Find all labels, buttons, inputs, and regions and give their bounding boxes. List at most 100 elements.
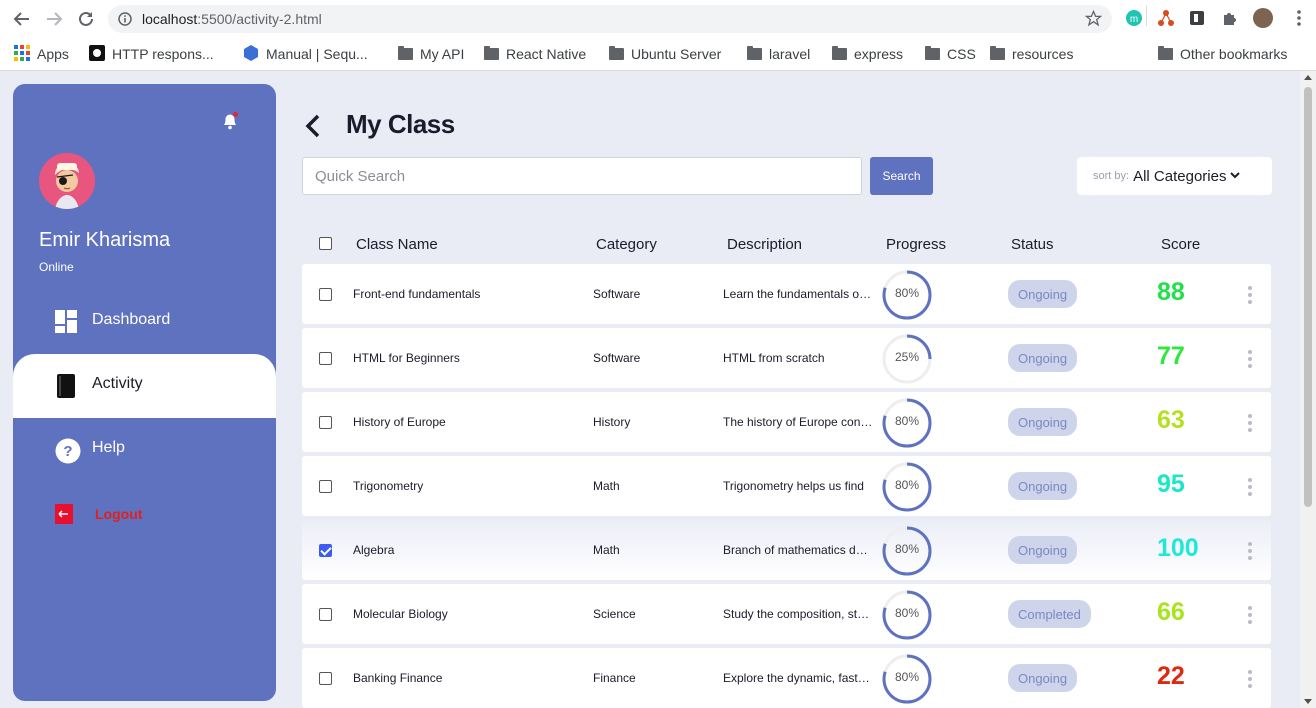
notification-bell-icon[interactable] [220,111,240,136]
table-row[interactable]: Molecular Biology Science Study the compos… [302,584,1271,644]
class-category: Science [593,607,636,621]
status-badge: Ongoing [1008,472,1078,500]
class-description: Explore the dynamic, fast-paced [723,671,873,685]
bookmarks-bar: Apps HTTP respons... Manual | Sequ... My… [0,37,1316,70]
scroll-down-icon[interactable] [1304,699,1312,704]
status-badge: Completed [1008,600,1091,628]
svg-text:m: m [1130,14,1138,25]
status-badge: Ongoing [1008,408,1078,436]
row-menu-icon[interactable] [1248,286,1252,304]
bookmark-apps[interactable]: Apps [14,44,69,64]
row-menu-icon[interactable] [1248,606,1252,624]
extension-m-icon[interactable]: m [1125,9,1143,27]
search-button[interactable]: Search [870,157,933,195]
page-title: My Class [346,109,455,139]
back-arrow-icon[interactable] [11,8,33,30]
folder-icon [832,46,847,60]
sidebar-item-activity[interactable]: Activity [13,354,276,418]
progress-ring: 80% [881,461,933,513]
row-checkbox[interactable] [319,608,332,621]
avatar[interactable] [39,153,95,209]
class-category: Math [593,479,620,493]
column-header-progress[interactable]: Progress [886,236,946,253]
bookmark-laravel[interactable]: laravel [747,44,810,64]
sequelize-icon [243,44,259,64]
class-category: Math [593,543,620,557]
table-row[interactable]: Banking Finance Finance Explore the dynami… [302,648,1271,708]
reload-icon[interactable] [75,8,97,30]
progress-label: 80% [894,670,920,684]
bookmark-other-bookmarks[interactable]: Other bookmarks [1158,44,1287,64]
row-checkbox[interactable] [319,480,332,493]
scroll-up-icon[interactable] [1304,75,1312,80]
class-name: Banking Finance [353,671,443,685]
browser-menu-icon[interactable] [1290,9,1308,27]
score-value: 63 [1157,406,1185,434]
bookmark-react-native[interactable]: React Native [484,44,586,64]
sort-dropdown[interactable]: sort by: All Categories [1077,157,1272,195]
extensions-puzzle-icon[interactable] [1221,9,1239,27]
score-value: 88 [1157,278,1185,306]
progress-ring: 80% [881,589,933,641]
folder-icon [747,46,762,60]
page-scrollbar[interactable] [1300,71,1316,708]
search-input[interactable] [302,157,862,195]
forward-arrow-icon[interactable] [43,8,65,30]
bookmark-css[interactable]: CSS [925,44,976,64]
status-badge: Ongoing [1008,536,1078,564]
class-description: The history of Europe concerns [723,415,873,429]
table-row[interactable]: History of Europe History The history of E… [302,392,1271,452]
progress-label: 80% [894,606,920,620]
column-header-status[interactable]: Status [1011,236,1054,253]
browser-chrome: localhost:5500/activity-2.html m Apps HT… [0,0,1316,71]
row-checkbox[interactable] [319,288,332,301]
bookmark-http-responses[interactable]: HTTP respons... [89,44,214,64]
row-menu-icon[interactable] [1248,350,1252,368]
table-row[interactable]: Trigonometry Math Trigonometry helps us fi… [302,456,1271,516]
row-menu-icon[interactable] [1248,542,1252,560]
sidebar-item-help[interactable]: ? Help [13,418,276,482]
row-menu-icon[interactable] [1248,414,1252,432]
table-row[interactable]: Front-end fundamentals Software Learn the … [302,264,1271,324]
column-header-category[interactable]: Category [596,236,657,253]
bookmark-ubuntu-server[interactable]: Ubuntu Server [609,44,721,64]
class-name: Algebra [353,543,395,557]
table-row[interactable]: Algebra Math Branch of mathematics dealing… [302,520,1271,580]
back-chevron-icon[interactable] [303,114,323,143]
row-checkbox[interactable] [319,352,332,365]
bookmark-my-api[interactable]: My API [398,44,464,64]
class-name: History of Europe [353,415,446,429]
row-checkbox[interactable] [319,672,332,685]
site-info-icon[interactable] [118,12,132,31]
profile-avatar-icon[interactable] [1253,8,1273,28]
bookmark-star-icon[interactable] [1084,9,1103,32]
progress-ring: 80% [881,397,933,449]
table-row[interactable]: HTML for Beginners Software HTML from scra… [302,328,1271,388]
row-checkbox[interactable] [319,544,332,557]
sidebar-item-logout[interactable]: Logout [13,482,276,546]
scrollbar-thumb[interactable] [1304,87,1312,507]
bookmark-manual-sequelize[interactable]: Manual | Sequ... [243,44,368,64]
folder-icon [484,46,499,60]
bookmark-express[interactable]: express [832,44,903,64]
select-all-checkbox[interactable] [319,237,332,250]
column-header-class-name[interactable]: Class Name [356,236,438,253]
sidebar-item-dashboard[interactable]: Dashboard [13,290,276,354]
column-header-score[interactable]: Score [1161,236,1200,253]
sidebar: Emir Kharisma Online Dashboard Activity … [13,84,276,701]
address-bar[interactable]: localhost:5500/activity-2.html [108,5,1112,33]
folder-icon [609,46,624,60]
folder-icon [925,46,940,60]
row-menu-icon[interactable] [1248,478,1252,496]
progress-ring: 80% [881,269,933,321]
column-header-description[interactable]: Description [727,236,802,253]
status-badge: Ongoing [1008,344,1078,372]
row-menu-icon[interactable] [1248,670,1252,688]
progress-ring: 80% [881,653,933,705]
extension-pocket-icon[interactable] [1188,9,1206,27]
bookmark-resources[interactable]: resources [990,44,1073,64]
folder-icon [990,46,1005,60]
extension-network-icon[interactable] [1157,9,1175,27]
progress-ring: 80% [881,525,933,577]
row-checkbox[interactable] [319,416,332,429]
